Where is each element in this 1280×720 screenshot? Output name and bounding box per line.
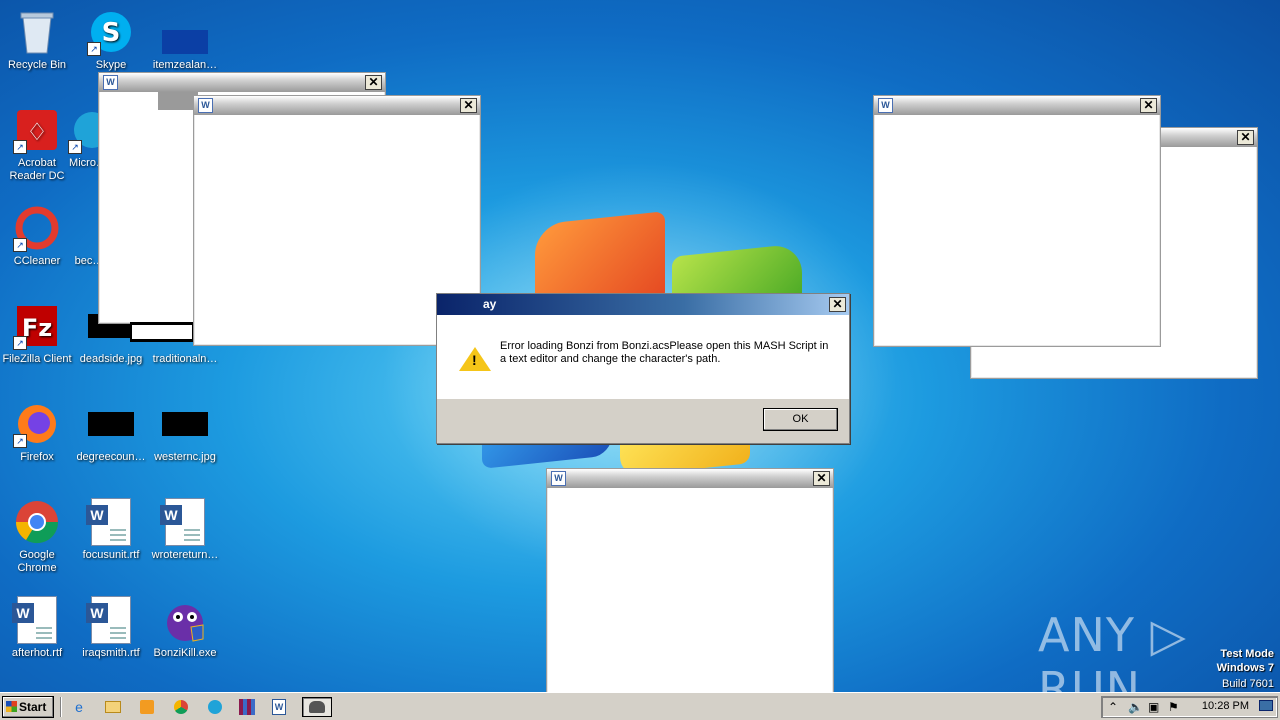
desktop-icon-label: Google Chrome bbox=[17, 549, 57, 574]
desktop-icon-label: Recycle Bin bbox=[7, 59, 67, 71]
desktop-icon-wrotereturn[interactable]: W wrotereturn… bbox=[148, 498, 222, 562]
desktop-icon-iraqsmith[interactable]: W iraqsmith.rtf bbox=[74, 596, 148, 660]
test-mode-label: Test Mode bbox=[1220, 648, 1274, 660]
window-titlebar[interactable]: W ✕ bbox=[194, 96, 480, 115]
wordpad-icon: W bbox=[878, 98, 893, 113]
image-thumbnail-icon bbox=[87, 400, 135, 448]
taskbar: Start e W ⌃ 🔈 ▣ ⚑ 10:28 PM bbox=[0, 692, 1280, 720]
wordpad-icon[interactable]: W bbox=[268, 697, 290, 717]
desktop-icon-label: Acrobat Reader DC bbox=[9, 157, 65, 182]
edge-icon[interactable] bbox=[204, 697, 226, 717]
start-button[interactable]: Start bbox=[2, 696, 54, 718]
blank-window-4[interactable]: W ✕ bbox=[873, 95, 1161, 347]
desktop-icon-bonzikill[interactable]: BonziKill.exe bbox=[148, 596, 222, 660]
media-player-icon[interactable] bbox=[136, 697, 158, 717]
desktop-icon-label: afterhot.rtf bbox=[11, 647, 63, 659]
show-desktop-icon[interactable] bbox=[1259, 700, 1273, 714]
winrar-icon[interactable] bbox=[236, 697, 258, 717]
network-icon[interactable]: ▣ bbox=[1148, 700, 1159, 714]
svg-text:♢: ♢ bbox=[26, 118, 48, 146]
desktop-icon-recycle-bin[interactable]: Recycle Bin bbox=[0, 8, 74, 72]
word-doc-icon: W bbox=[86, 498, 135, 546]
desktop-icon-label: westernc.jpg bbox=[154, 451, 216, 463]
filezilla-icon: Fz ↗ bbox=[13, 302, 61, 350]
desktop-icon-label: traditionaln… bbox=[152, 353, 218, 365]
bonzi-icon bbox=[161, 596, 209, 644]
wordpad-icon: W bbox=[198, 98, 213, 113]
windows-version-label: Windows 7 bbox=[1216, 662, 1274, 674]
desktop-icon-acrobat[interactable]: ♢ ↗ Acrobat Reader DC bbox=[0, 106, 74, 183]
svg-text:S: S bbox=[102, 18, 121, 48]
blank-window-5[interactable]: W ✕ bbox=[546, 468, 834, 720]
warning-icon: ! bbox=[459, 347, 491, 371]
firefox-icon: ↗ bbox=[13, 400, 61, 448]
explorer-icon[interactable] bbox=[102, 697, 124, 717]
desktop-icon-ccleaner[interactable]: ↗ CCleaner bbox=[0, 204, 74, 268]
close-button[interactable]: ✕ bbox=[813, 471, 830, 486]
underlying-titlebar-fragment bbox=[158, 92, 198, 110]
recycle-bin-icon bbox=[13, 8, 61, 56]
image-thumbnail-icon bbox=[161, 8, 209, 56]
desktop-icon-label: Skype bbox=[95, 59, 127, 71]
desktop-icon-skype[interactable]: S ↗ Skype bbox=[74, 8, 148, 72]
ccleaner-icon: ↗ bbox=[13, 204, 61, 252]
desktop-icon-label: deadside.jpg bbox=[79, 353, 143, 365]
chrome-icon bbox=[13, 498, 61, 546]
skype-icon: S ↗ bbox=[87, 8, 135, 56]
desktop-icon-label: wrotereturn… bbox=[151, 549, 219, 561]
taskbar-separator bbox=[60, 697, 62, 717]
desktop-icon-label: BonziKill.exe bbox=[153, 647, 217, 659]
build-label: Build 7601 bbox=[1222, 678, 1274, 690]
close-button[interactable]: ✕ bbox=[829, 297, 846, 312]
clock[interactable]: 10:28 PM bbox=[1202, 700, 1249, 712]
acrobat-icon: ♢ ↗ bbox=[13, 106, 61, 154]
word-doc-icon: W bbox=[12, 596, 61, 644]
desktop-icon-firefox[interactable]: ↗ Firefox bbox=[0, 400, 74, 464]
action-center-flag-icon[interactable]: ⚑ bbox=[1168, 700, 1179, 714]
desktop-icon-label: Firefox bbox=[20, 451, 54, 463]
desktop-icon-label: focusunit.rtf bbox=[82, 549, 140, 561]
close-button[interactable]: ✕ bbox=[1237, 130, 1254, 145]
desktop-icon-chrome[interactable]: Google Chrome bbox=[0, 498, 74, 575]
desktop-icon-itemzealan[interactable]: itemzealan… bbox=[148, 8, 222, 72]
desktop-icon-degreecoun[interactable]: degreecoun… bbox=[74, 400, 148, 464]
window-titlebar[interactable]: W ✕ bbox=[547, 469, 833, 488]
system-tray: ⌃ 🔈 ▣ ⚑ 10:28 PM bbox=[1101, 696, 1278, 718]
dialog-body: ! Error loading Bonzi from Bonzi.acsPlea… bbox=[437, 315, 849, 399]
word-doc-icon: W bbox=[160, 498, 209, 546]
taskbar-active-app[interactable] bbox=[302, 697, 332, 717]
desktop-icon-label: iraqsmith.rtf bbox=[82, 647, 140, 659]
bonzi-task-icon bbox=[309, 701, 325, 713]
close-button[interactable]: ✕ bbox=[460, 98, 477, 113]
start-label: Start bbox=[19, 700, 47, 714]
desktop-icon-filezilla[interactable]: Fz ↗ FileZilla Client bbox=[0, 302, 74, 366]
wordpad-icon: W bbox=[551, 471, 566, 486]
desktop-icon-label: itemzealan… bbox=[152, 59, 218, 71]
error-dialog[interactable]: ay ✕ ! Error loading Bonzi from Bonzi.ac… bbox=[436, 293, 850, 444]
desktop-icon-label: CCleaner bbox=[13, 255, 61, 267]
underlying-window-fragment-inner bbox=[132, 325, 192, 339]
window-titlebar[interactable]: W ✕ bbox=[874, 96, 1160, 115]
desktop-icon-westernc[interactable]: westernc.jpg bbox=[148, 400, 222, 464]
close-button[interactable]: ✕ bbox=[1140, 98, 1157, 113]
volume-icon[interactable]: 🔈 bbox=[1128, 700, 1143, 714]
desktop-icon-afterhot[interactable]: W afterhot.rtf bbox=[0, 596, 74, 660]
chrome-icon[interactable] bbox=[170, 697, 192, 717]
desktop-icon-label: FileZilla Client bbox=[2, 353, 72, 365]
word-doc-icon: W bbox=[86, 596, 135, 644]
dialog-title: ay bbox=[483, 297, 497, 311]
windows-flag-icon bbox=[6, 701, 17, 712]
desktop-icon-focusunit[interactable]: W focusunit.rtf bbox=[74, 498, 148, 562]
desktop-icon-label: degreecoun… bbox=[76, 451, 146, 463]
image-thumbnail-icon bbox=[161, 400, 209, 448]
tray-expand-icon[interactable]: ⌃ bbox=[1108, 700, 1118, 714]
dialog-message: Error loading Bonzi from Bonzi.acsPlease… bbox=[500, 340, 829, 365]
close-button[interactable]: ✕ bbox=[365, 75, 382, 90]
ie-icon[interactable]: e bbox=[68, 697, 90, 717]
wordpad-icon: W bbox=[103, 75, 118, 90]
dialog-titlebar[interactable]: ay ✕ bbox=[437, 294, 849, 315]
ok-button[interactable]: OK bbox=[763, 408, 838, 431]
window-titlebar[interactable]: W ✕ bbox=[99, 73, 385, 92]
